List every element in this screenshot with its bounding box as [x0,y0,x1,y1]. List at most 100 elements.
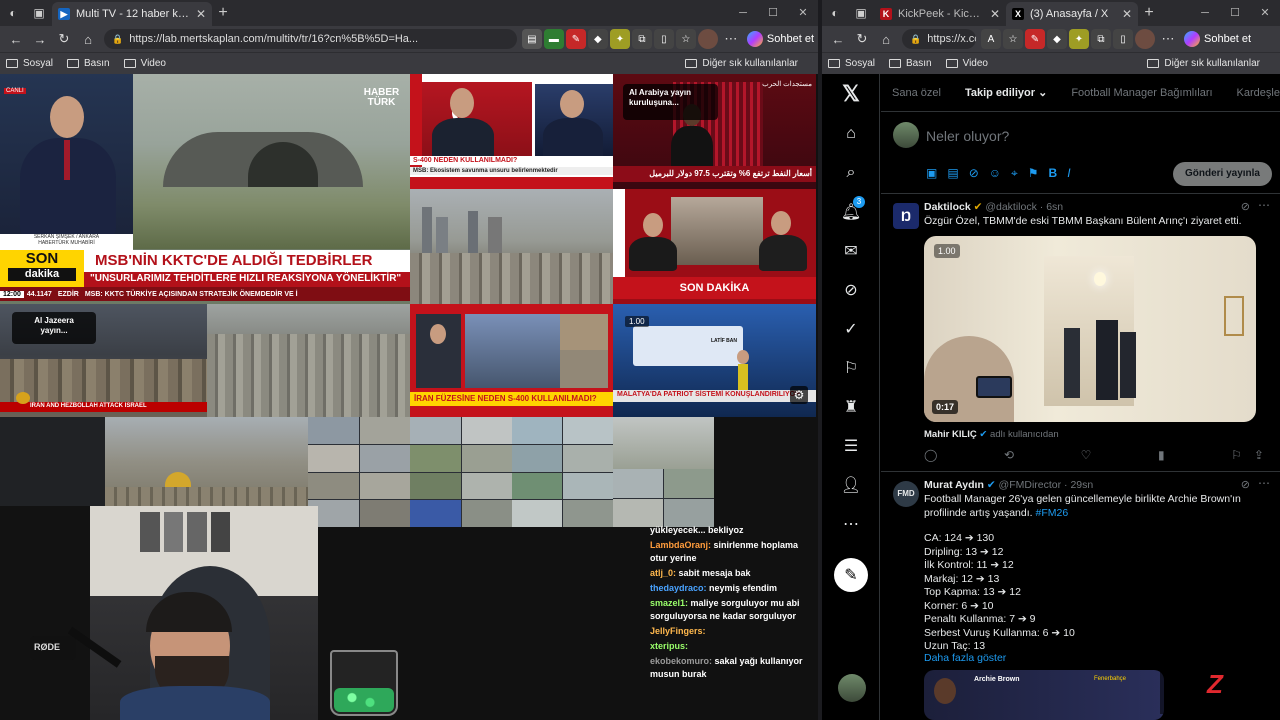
profile-icon[interactable]: ◐ [822,0,848,26]
chat-username[interactable]: smazel1: [650,598,688,608]
video-tile-iran-s400[interactable]: İRAN FÜZESİNE NEDEN S-400 KULLANILMADI? [410,304,613,417]
grok-icon[interactable]: ⊘ [839,278,863,302]
video-tile-son-dakika[interactable]: SON DAKİKA [613,189,816,304]
camera-grid-a[interactable] [308,417,410,527]
video-tile-haberturk[interactable]: HABER TÜRK CANLI SERKAN ŞİMŞEK / ANKARA … [0,74,410,304]
compose-post-icon[interactable]: ✎ [834,558,868,592]
extension-icon[interactable]: ✎ [565,29,586,49]
video-tile-aljazeera[interactable]: Al Jazeera yayın... IRAN AND HEZBOLLAH A… [0,304,207,417]
author-name[interactable]: Daktilock [924,201,971,213]
refresh-icon[interactable]: ↻ [850,31,874,47]
close-window-icon[interactable]: ✕ [1250,0,1280,26]
bookmark-folder[interactable]: Sosyal [6,58,53,69]
video-tile-jerusalem[interactable] [105,417,308,517]
fmdirector-avatar[interactable]: FMD [893,481,919,507]
chat-username[interactable]: xteripus: [650,641,688,651]
author-handle[interactable]: @daktilock [985,201,1037,213]
more-options-icon[interactable]: ⋯ [1258,198,1270,212]
author-name[interactable]: Murat Aydın [924,479,984,491]
chat-username[interactable]: atlj_0: [650,568,676,578]
tweet-daktilock[interactable]: Ŋ Daktilock ✔ @daktilock · 6sn ⊘ ⋯ Özgür… [881,194,1280,472]
x-logo-icon[interactable]: 𝕏 [839,81,863,106]
search-icon[interactable]: ⌕ [839,161,863,185]
bookmark-folder[interactable]: Basın [67,58,110,69]
maximize-icon[interactable]: ☐ [758,0,788,26]
minimize-icon[interactable]: ─ [728,0,758,26]
close-tab-icon[interactable]: ✕ [196,7,206,21]
more-icon[interactable]: ⋯ [839,512,863,536]
jobs-icon[interactable]: ♜ [839,395,863,419]
home-icon[interactable]: ⌂ [839,122,863,146]
profile-icon[interactable]: ◐ [0,0,26,26]
profile-icon[interactable]: 👤︎ [839,473,863,497]
chat-username[interactable]: LambdaOranj: [650,540,711,550]
gif-icon[interactable]: ▤ [947,166,958,181]
unavailable-overlay[interactable]: Al Jazeera yayın... [12,312,96,344]
copilot-button[interactable]: Sohbet et [746,31,814,47]
video-tile-city-live[interactable] [410,189,613,304]
video-tile-malatya[interactable]: 1.00 LATİF BAN MALATYA'DA PATRIOT SİSTEM… [613,304,816,417]
speed-badge[interactable]: 1.00 [625,316,649,327]
other-bookmarks[interactable]: Diğer sık kullanılanlar [1147,58,1260,69]
close-tab-icon[interactable]: ✕ [990,7,1000,21]
more-menu-icon[interactable]: ⋯ [1156,31,1180,47]
address-bar[interactable]: 🔒 https://x.co... [902,29,976,49]
new-tab-button[interactable]: + [212,4,234,22]
verified-icon[interactable]: ✓ [839,317,863,341]
bold-icon[interactable]: B [1049,166,1058,181]
tweet-video[interactable]: 1.00 0:17 [924,236,1256,422]
italic-icon[interactable]: I [1067,166,1070,181]
player-card-image[interactable]: Archie Brown Fenerbahçe [924,670,1164,720]
tagged-user[interactable]: Mahir KILIÇ [924,429,977,440]
extension-icon[interactable]: ✦ [1069,29,1089,49]
refresh-icon[interactable]: ↻ [52,31,76,47]
location-icon[interactable]: ⌖ [1011,166,1018,181]
extension-icon[interactable]: ✎ [1025,29,1045,49]
tab-x-home[interactable]: X (3) Anasayfa / X ✕ [1006,2,1138,26]
account-avatar[interactable] [838,674,866,702]
compose-input[interactable]: Neler oluyor? [926,128,1009,144]
video-tile-s400[interactable]: S-400 NEDEN KULLANILMADI? MSB: Ekosistem… [410,74,613,189]
speed-badge[interactable]: 1.00 [934,244,960,258]
chat-username[interactable]: thedaydraco: [650,583,707,593]
forward-icon[interactable]: → [28,32,52,47]
author-handle[interactable]: @FMDirector [999,479,1062,491]
notifications-icon[interactable]: 🔔︎ 3 [839,196,865,224]
grok-icon[interactable]: ⊘ [969,166,979,181]
tab-for-you[interactable]: Sana özel [892,87,941,99]
retweet-icon[interactable]: ⟲ [1004,448,1014,462]
favorites-icon[interactable]: ☆ [675,29,696,49]
views-icon[interactable]: ▮ [1158,448,1165,462]
show-more-link[interactable]: Daha fazla göster [924,652,1006,664]
tab-kardesler[interactable]: Kardeşler [1237,87,1280,99]
extension-icon[interactable]: ◆ [1047,29,1067,49]
tab-fm-list[interactable]: Football Manager Bağımlıları [1071,87,1212,99]
like-icon[interactable]: ♡ [1081,448,1092,462]
messages-icon[interactable]: ✉ [839,239,863,263]
grok-icon[interactable]: ⊘ [1241,200,1250,213]
lists-icon[interactable]: ☰ [839,434,863,458]
back-icon[interactable]: ← [826,32,850,47]
schedule-icon[interactable]: ⚑ [1028,166,1039,181]
extension-icon[interactable]: ✦ [609,29,630,49]
video-tile-alarabiya[interactable]: Al Arabiya yayın kuruluşuna... مستجدات ا… [613,74,816,189]
more-menu-icon[interactable]: ⋯ [719,31,743,47]
reply-icon[interactable]: ◯ [924,448,937,462]
extension-icon[interactable]: ▬ [543,29,564,49]
home-icon[interactable]: ⌂ [874,32,898,47]
chat-username[interactable]: ekobekomuro: [650,656,712,666]
minimize-icon[interactable]: ─ [1190,0,1220,26]
more-options-icon[interactable]: ⋯ [1258,476,1270,490]
close-window-icon[interactable]: ✕ [788,0,818,26]
tab-multitv[interactable]: ▶ Multi TV - 12 haber kanalını aynı a ✕ [52,2,212,26]
workspaces-icon[interactable]: ▣ [848,0,874,26]
home-icon[interactable]: ⌂ [76,32,100,47]
extension-icon[interactable]: ▤ [521,29,542,49]
bookmarks-icon[interactable]: ⚐ [839,356,863,380]
tweet-time[interactable]: 6sn [1046,201,1063,213]
split-screen-icon[interactable]: ▯ [1113,29,1133,49]
bookmark-folder[interactable]: Video [123,58,166,69]
hashtag-link[interactable]: #FM26 [1035,507,1068,519]
split-screen-icon[interactable]: ▯ [653,29,674,49]
tweet-time[interactable]: 29sn [1070,479,1093,491]
